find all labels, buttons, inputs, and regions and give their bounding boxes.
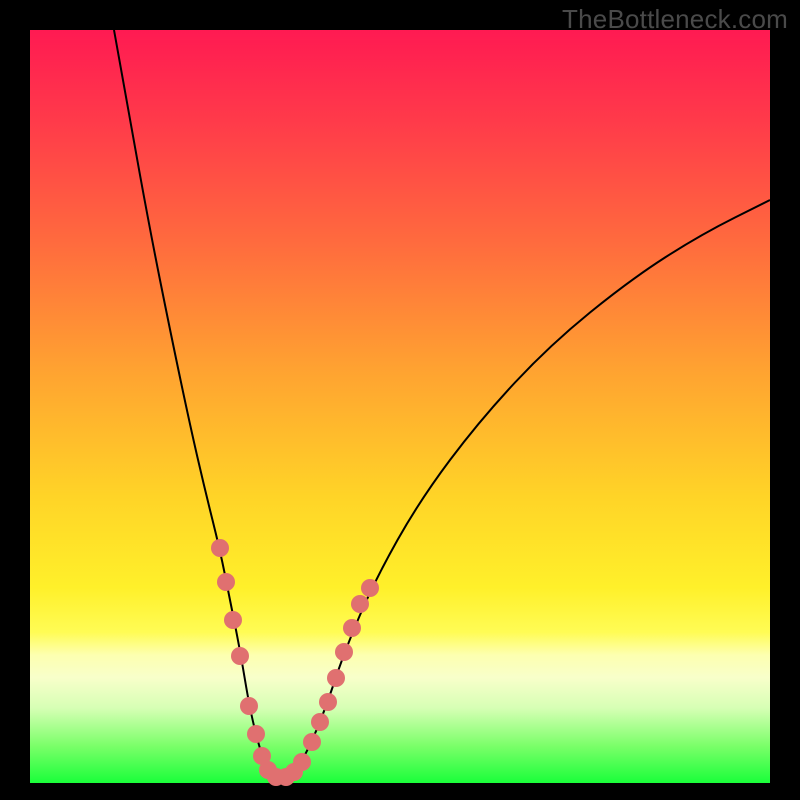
chart-frame: TheBottleneck.com [0, 0, 800, 800]
data-dot [224, 611, 242, 629]
data-dot [217, 573, 235, 591]
data-dot [311, 713, 329, 731]
bottleneck-curve [30, 30, 770, 783]
dots-group [211, 539, 379, 786]
plot-area [30, 30, 770, 783]
data-dot [240, 697, 258, 715]
data-dot [351, 595, 369, 613]
data-dot [231, 647, 249, 665]
data-dot [211, 539, 229, 557]
data-dot [319, 693, 337, 711]
data-dot [335, 643, 353, 661]
curve-path [114, 30, 770, 777]
data-dot [303, 733, 321, 751]
data-dot [361, 579, 379, 597]
data-dot [327, 669, 345, 687]
data-dot [247, 725, 265, 743]
data-dot [343, 619, 361, 637]
data-dot [293, 753, 311, 771]
